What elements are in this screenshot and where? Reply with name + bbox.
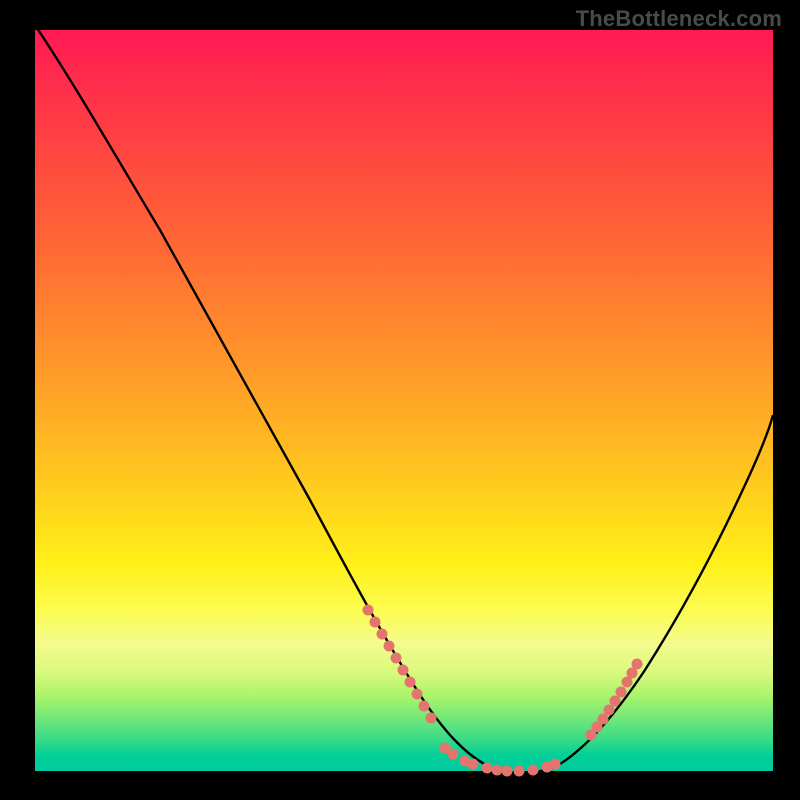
plot-area xyxy=(35,30,773,771)
bottleneck-curve xyxy=(35,30,773,771)
chart-frame: TheBottleneck.com xyxy=(0,0,800,800)
watermark-text: TheBottleneck.com xyxy=(576,6,782,32)
highlight-dots xyxy=(363,605,643,777)
curve-path xyxy=(35,25,773,773)
